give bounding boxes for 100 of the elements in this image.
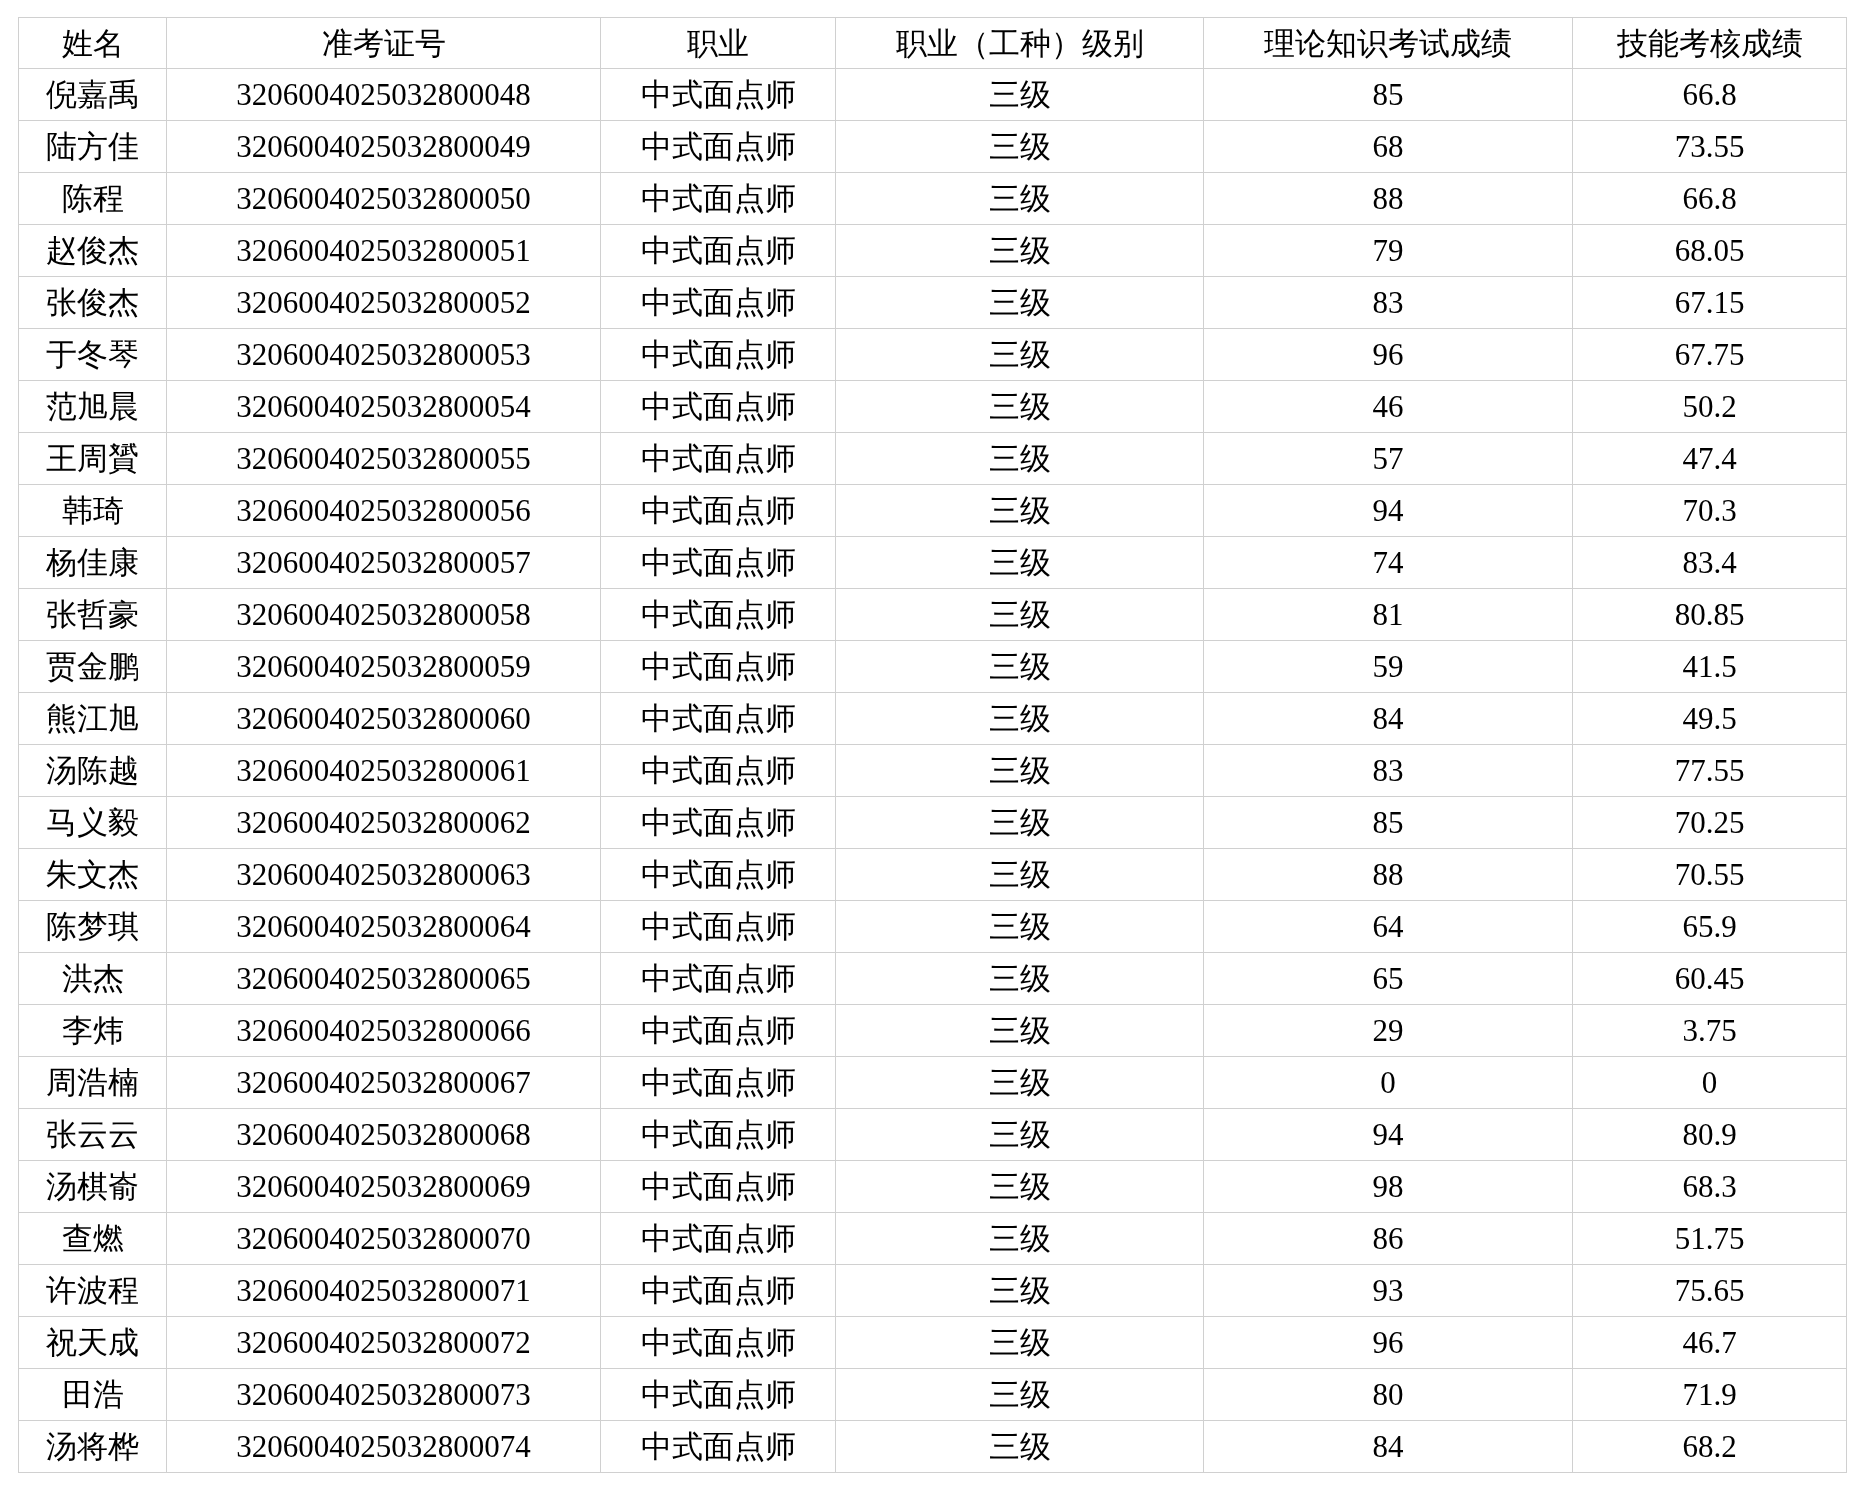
table-cell: 三级 bbox=[835, 328, 1204, 381]
table-cell: 3206004025032800064 bbox=[166, 900, 601, 953]
table-cell: 57 bbox=[1203, 432, 1573, 485]
table-cell: 68.05 bbox=[1572, 224, 1847, 277]
table-cell: 71.9 bbox=[1572, 1368, 1847, 1421]
table-cell: 汤将桦 bbox=[18, 1420, 167, 1473]
table-cell: 中式面点师 bbox=[600, 120, 836, 173]
table-cell: 中式面点师 bbox=[600, 1004, 836, 1057]
table-cell: 张云云 bbox=[18, 1108, 167, 1161]
column-header: 职业 bbox=[600, 17, 836, 69]
column-header: 技能考核成绩 bbox=[1572, 17, 1847, 69]
table-cell: 三级 bbox=[835, 536, 1204, 589]
table-cell: 中式面点师 bbox=[600, 276, 836, 329]
table-cell: 洪杰 bbox=[18, 952, 167, 1005]
table-cell: 81 bbox=[1203, 588, 1573, 641]
table-cell: 三级 bbox=[835, 1420, 1204, 1473]
table-cell: 3206004025032800074 bbox=[166, 1420, 601, 1473]
table-cell: 查燃 bbox=[18, 1212, 167, 1265]
table-cell: 3206004025032800048 bbox=[166, 68, 601, 121]
table-cell: 51.75 bbox=[1572, 1212, 1847, 1265]
table-cell: 三级 bbox=[835, 744, 1204, 797]
table-cell: 陈梦琪 bbox=[18, 900, 167, 953]
table-cell: 70.3 bbox=[1572, 484, 1847, 537]
table-cell: 50.2 bbox=[1572, 380, 1847, 433]
table-cell: 三级 bbox=[835, 432, 1204, 485]
table-cell: 中式面点师 bbox=[600, 172, 836, 225]
table-cell: 79 bbox=[1203, 224, 1573, 277]
table-cell: 80.9 bbox=[1572, 1108, 1847, 1161]
table-cell: 三级 bbox=[835, 640, 1204, 693]
table-cell: 韩琦 bbox=[18, 484, 167, 537]
table-cell: 三级 bbox=[835, 224, 1204, 277]
table-cell: 70.55 bbox=[1572, 848, 1847, 901]
table-cell: 中式面点师 bbox=[600, 744, 836, 797]
table-cell: 67.75 bbox=[1572, 328, 1847, 381]
table-cell: 中式面点师 bbox=[600, 432, 836, 485]
table-cell: 马义毅 bbox=[18, 796, 167, 849]
table-cell: 三级 bbox=[835, 1264, 1204, 1317]
column-header: 职业（工种）级别 bbox=[835, 17, 1204, 69]
table-cell: 66.8 bbox=[1572, 172, 1847, 225]
table-cell: 98 bbox=[1203, 1160, 1573, 1213]
table-cell: 3206004025032800069 bbox=[166, 1160, 601, 1213]
table-cell: 74 bbox=[1203, 536, 1573, 589]
table-cell: 46 bbox=[1203, 380, 1573, 433]
table-cell: 83 bbox=[1203, 744, 1573, 797]
table-cell: 中式面点师 bbox=[600, 1108, 836, 1161]
table-cell: 三级 bbox=[835, 276, 1204, 329]
table-cell: 3206004025032800062 bbox=[166, 796, 601, 849]
table-cell: 中式面点师 bbox=[600, 1264, 836, 1317]
table-cell: 96 bbox=[1203, 328, 1573, 381]
table-cell: 陆方佳 bbox=[18, 120, 167, 173]
table-cell: 三级 bbox=[835, 172, 1204, 225]
table-cell: 中式面点师 bbox=[600, 68, 836, 121]
table-cell: 3206004025032800058 bbox=[166, 588, 601, 641]
table-cell: 3206004025032800063 bbox=[166, 848, 601, 901]
table-cell: 于冬琴 bbox=[18, 328, 167, 381]
table-cell: 83 bbox=[1203, 276, 1573, 329]
table-cell: 中式面点师 bbox=[600, 1160, 836, 1213]
table-cell: 范旭晨 bbox=[18, 380, 167, 433]
table-cell: 47.4 bbox=[1572, 432, 1847, 485]
table-cell: 中式面点师 bbox=[600, 588, 836, 641]
table-cell: 祝天成 bbox=[18, 1316, 167, 1369]
table-cell: 3206004025032800059 bbox=[166, 640, 601, 693]
table-cell: 中式面点师 bbox=[600, 224, 836, 277]
table-cell: 三级 bbox=[835, 692, 1204, 745]
table-cell: 3206004025032800072 bbox=[166, 1316, 601, 1369]
table-cell: 三级 bbox=[835, 588, 1204, 641]
table-cell: 77.55 bbox=[1572, 744, 1847, 797]
table-cell: 3206004025032800060 bbox=[166, 692, 601, 745]
column-header: 理论知识考试成绩 bbox=[1203, 17, 1573, 69]
table-cell: 中式面点师 bbox=[600, 328, 836, 381]
table-cell: 张哲豪 bbox=[18, 588, 167, 641]
table-cell: 赵俊杰 bbox=[18, 224, 167, 277]
table-cell: 三级 bbox=[835, 68, 1204, 121]
table-cell: 中式面点师 bbox=[600, 848, 836, 901]
table-cell: 65 bbox=[1203, 952, 1573, 1005]
table-cell: 0 bbox=[1572, 1056, 1847, 1109]
table-cell: 3206004025032800073 bbox=[166, 1368, 601, 1421]
table-cell: 3206004025032800071 bbox=[166, 1264, 601, 1317]
table-cell: 三级 bbox=[835, 1368, 1204, 1421]
table-cell: 中式面点师 bbox=[600, 484, 836, 537]
table-cell: 中式面点师 bbox=[600, 1420, 836, 1473]
table-cell: 93 bbox=[1203, 1264, 1573, 1317]
table-cell: 三级 bbox=[835, 380, 1204, 433]
table-cell: 75.65 bbox=[1572, 1264, 1847, 1317]
table-cell: 三级 bbox=[835, 900, 1204, 953]
table-cell: 中式面点师 bbox=[600, 536, 836, 589]
table-cell: 中式面点师 bbox=[600, 900, 836, 953]
table-cell: 熊江旭 bbox=[18, 692, 167, 745]
table-cell: 陈程 bbox=[18, 172, 167, 225]
table-cell: 49.5 bbox=[1572, 692, 1847, 745]
table-cell: 3206004025032800051 bbox=[166, 224, 601, 277]
table-cell: 杨佳康 bbox=[18, 536, 167, 589]
table-cell: 三级 bbox=[835, 1056, 1204, 1109]
table-cell: 中式面点师 bbox=[600, 952, 836, 1005]
table-cell: 67.15 bbox=[1572, 276, 1847, 329]
table-cell: 85 bbox=[1203, 68, 1573, 121]
table-cell: 3206004025032800050 bbox=[166, 172, 601, 225]
table-cell: 68 bbox=[1203, 120, 1573, 173]
table-cell: 96 bbox=[1203, 1316, 1573, 1369]
table-cell: 59 bbox=[1203, 640, 1573, 693]
